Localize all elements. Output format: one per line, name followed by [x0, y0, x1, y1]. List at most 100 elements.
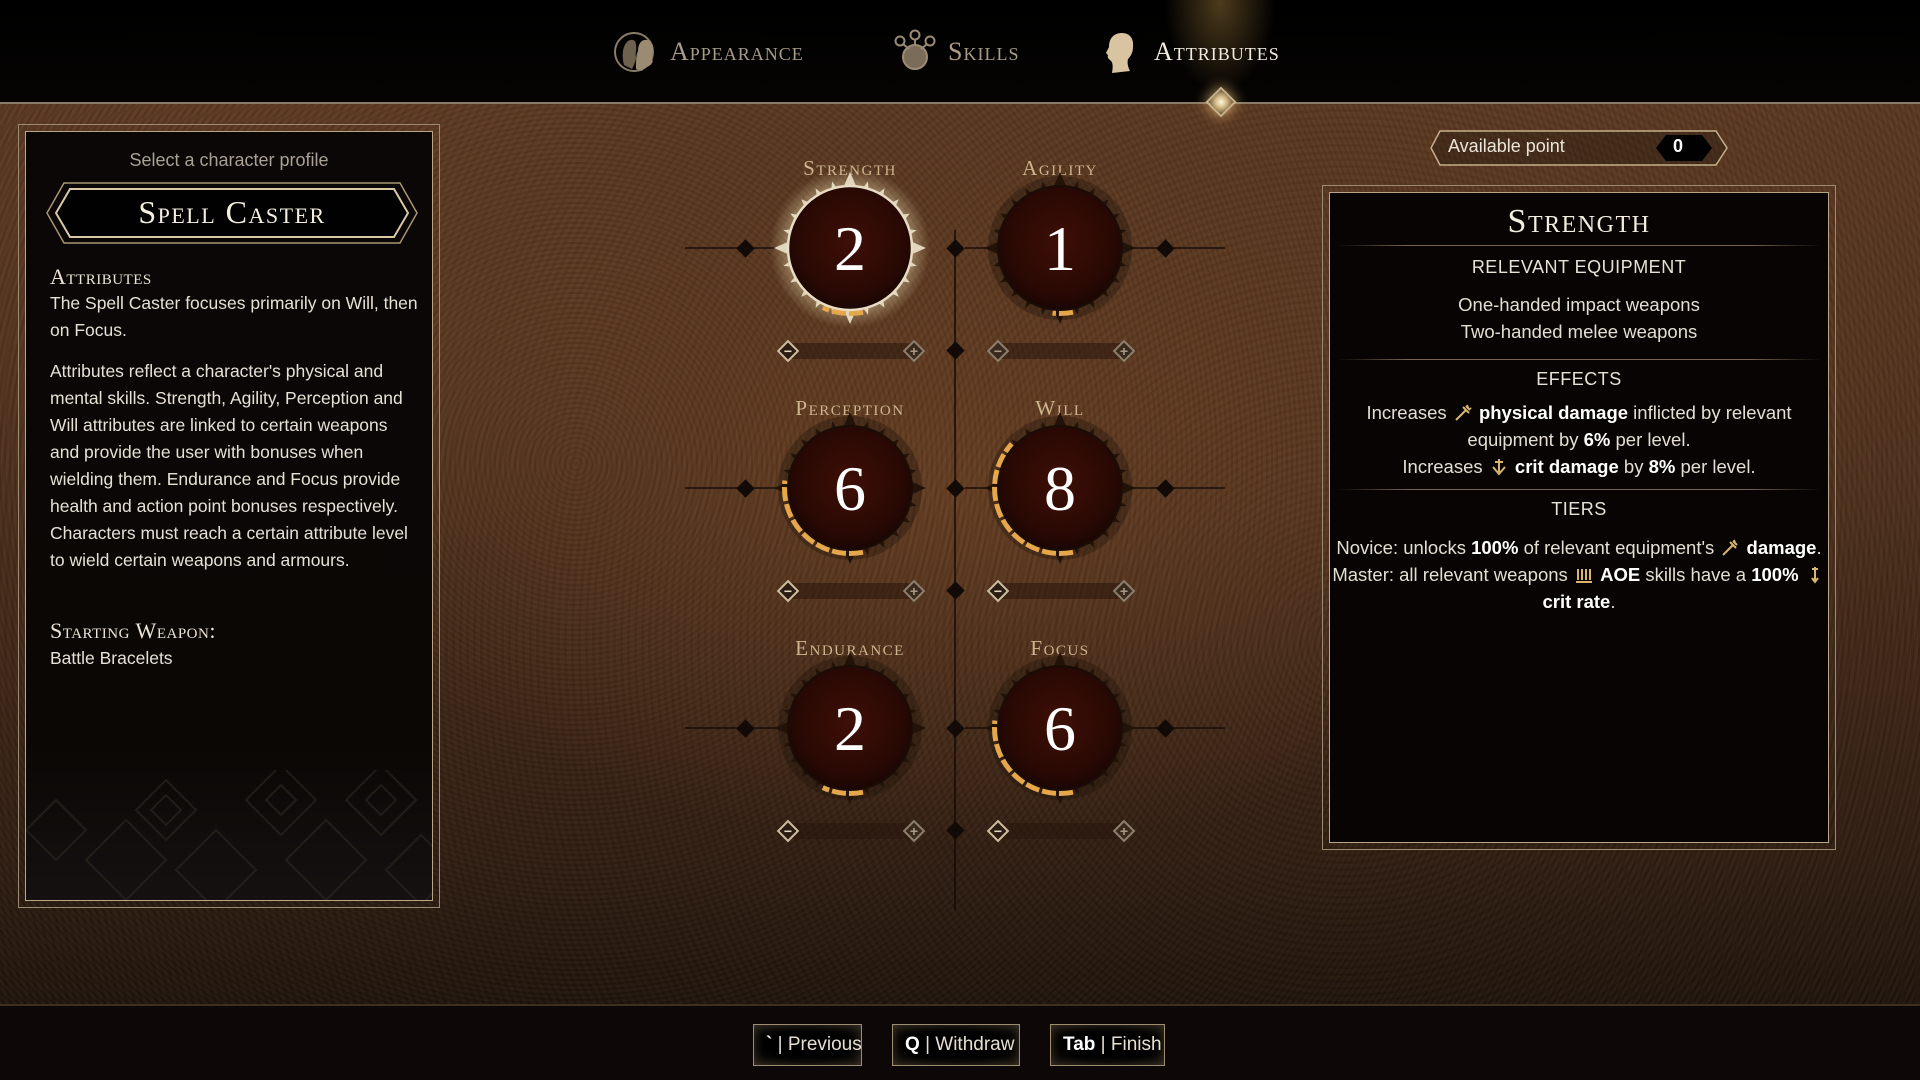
decorative-diamond-pattern — [26, 770, 432, 900]
stepper-track — [1002, 343, 1120, 359]
profile-panel: Select a character profile Spell Caster … — [18, 124, 440, 908]
stepper-track — [792, 583, 910, 599]
effect-line-1: Increases physical damage inflicted by r… — [1366, 402, 1792, 423]
tab-attributes[interactable]: Attributes — [1098, 28, 1280, 76]
increase-agility-button[interactable]: + — [1112, 339, 1136, 363]
starting-weapon-heading: Starting Weapon: — [50, 618, 216, 643]
minus-icon: − — [783, 823, 793, 839]
tier-master: Master: all relevant weapons AOE skills … — [1330, 561, 1828, 588]
tiers-heading: TIERS — [1551, 499, 1607, 519]
increase-strength-button[interactable]: + — [902, 339, 926, 363]
decrease-endurance-button[interactable]: − — [776, 819, 800, 843]
starting-weapon-value: Battle Bracelets — [50, 648, 173, 668]
attribute-value-endurance: 2 — [834, 693, 866, 764]
decrease-will-button[interactable]: − — [986, 579, 1010, 603]
attribute-value-perception: 6 — [834, 453, 866, 524]
profile-selector[interactable]: Spell Caster — [46, 182, 418, 244]
physical-damage-icon — [1455, 404, 1472, 421]
attribute-dial-strength[interactable]: 2 — [770, 168, 930, 328]
previous-key: ` — [766, 1034, 773, 1055]
tier-novice: Novice: unlocks 100% of relevant equipme… — [1336, 537, 1822, 558]
select-profile-label: Select a character profile — [129, 150, 329, 170]
profile-panel-inner: Select a character profile Spell Caster … — [25, 131, 433, 901]
divider — [1336, 245, 1822, 246]
increase-perception-button[interactable]: + — [902, 579, 926, 603]
attributes-head-icon — [1098, 29, 1144, 75]
available-points-display: Available point 0 — [1430, 130, 1728, 166]
plus-icon: + — [1119, 343, 1129, 359]
minus-icon: − — [993, 823, 1003, 839]
footer-bar: ` | Previous Q | Withdraw Tab | Finish — [0, 1004, 1920, 1080]
finish-label: Finish — [1110, 1034, 1162, 1055]
profile-name: Spell Caster — [138, 194, 326, 230]
minus-icon: − — [783, 583, 793, 599]
attribute-value-strength: 2 — [834, 213, 866, 284]
effects-heading: EFFECTS — [1536, 369, 1622, 389]
equipment-item: One-handed impact weapons — [1458, 294, 1700, 315]
withdraw-button[interactable]: Q | Withdraw — [892, 1024, 1020, 1066]
attribute-stepper-endurance: − + — [776, 818, 926, 844]
skills-tree-icon — [892, 29, 938, 75]
relevant-equipment-heading: RELEVANT EQUIPMENT — [1471, 257, 1687, 277]
plus-icon: + — [909, 583, 919, 599]
appearance-heads-icon — [614, 29, 660, 75]
attribute-value-will: 8 — [1044, 453, 1076, 524]
available-points-value: 0 — [1672, 136, 1683, 156]
decrease-strength-button[interactable]: − — [776, 339, 800, 363]
effect-line-3: Increases crit damage by 8% per level. — [1402, 456, 1756, 477]
detail-title: Strength — [1507, 203, 1651, 240]
attribute-stepper-perception: − + — [776, 578, 926, 604]
effect-line-2: equipment by 6% per level. — [1467, 429, 1691, 450]
plus-icon: + — [909, 823, 919, 839]
finish-key: Tab — [1063, 1034, 1096, 1055]
attributes-heading: Attributes — [50, 264, 152, 289]
divider — [1336, 489, 1822, 490]
previous-label: Previous — [787, 1034, 862, 1055]
attribute-dial-endurance[interactable]: 2 — [770, 648, 930, 808]
attribute-stepper-focus: − + — [986, 818, 1136, 844]
divider — [1336, 359, 1822, 360]
crit-rate-icon — [1810, 567, 1819, 584]
withdraw-key: Q — [905, 1034, 920, 1055]
increase-endurance-button[interactable]: + — [902, 819, 926, 843]
stepper-track — [1002, 823, 1120, 839]
finish-button[interactable]: Tab | Finish — [1050, 1024, 1165, 1066]
decrease-agility-button[interactable]: − — [986, 339, 1010, 363]
attribute-grid-divider — [954, 230, 956, 910]
minus-icon: − — [993, 343, 1003, 359]
stepper-track — [1002, 583, 1120, 599]
attribute-value-focus: 6 — [1044, 693, 1076, 764]
crit-damage-icon — [1492, 459, 1506, 476]
physical-damage-icon — [1722, 539, 1739, 556]
attribute-stepper-strength: − + — [776, 338, 926, 364]
attribute-dial-agility[interactable]: 1 — [980, 168, 1140, 328]
withdraw-label: Withdraw — [935, 1034, 1015, 1055]
increase-will-button[interactable]: + — [1112, 579, 1136, 603]
plus-icon: + — [909, 343, 919, 359]
attribute-dial-focus[interactable]: 6 — [980, 648, 1140, 808]
minus-icon: − — [783, 343, 793, 359]
attributes-summary: The Spell Caster focuses primarily on Wi… — [50, 293, 418, 340]
decrease-focus-button[interactable]: − — [986, 819, 1010, 843]
attribute-value-agility: 1 — [1044, 213, 1076, 284]
stepper-track — [792, 823, 910, 839]
tab-attributes-label: Attributes — [1154, 37, 1280, 66]
header-tab-bar: Appearance Skills Attributes — [0, 0, 1920, 118]
attribute-detail-panel: Strength RELEVANT EQUIPMENT One-handed i… — [1322, 185, 1836, 850]
plus-icon: + — [1119, 583, 1129, 599]
attribute-progress-arc — [1052, 308, 1074, 316]
decrease-perception-button[interactable]: − — [776, 579, 800, 603]
increase-focus-button[interactable]: + — [1112, 819, 1136, 843]
stepper-track — [792, 343, 910, 359]
available-points-label: Available point — [1448, 136, 1565, 156]
tab-appearance[interactable]: Appearance — [614, 28, 804, 76]
tab-skills[interactable]: Skills — [892, 28, 1019, 76]
minus-icon: − — [993, 583, 1003, 599]
attribute-stepper-agility: − + — [986, 338, 1136, 364]
previous-button[interactable]: ` | Previous — [753, 1024, 862, 1066]
attribute-dial-perception[interactable]: 6 — [770, 408, 930, 568]
tier-master-cont: crit rate. — [1542, 591, 1616, 612]
attribute-stepper-will: − + — [986, 578, 1136, 604]
attribute-dial-will[interactable]: 8 — [980, 408, 1140, 568]
equipment-item: Two-handed melee weapons — [1460, 321, 1698, 342]
